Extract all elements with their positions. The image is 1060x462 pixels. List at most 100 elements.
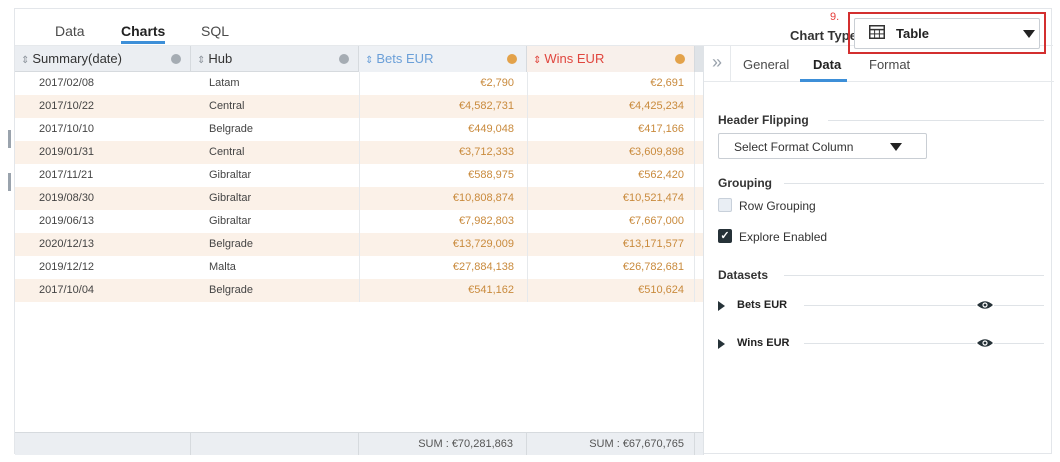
explore-enabled-checkbox[interactable]: ✓ Explore Enabled — [718, 229, 878, 245]
chart-type-dropdown[interactable]: Table — [854, 18, 1040, 49]
table-row[interactable]: 2017/02/08 Latam €2,790 €2,691 — [15, 72, 703, 95]
table-row[interactable]: 2019/06/13 Gibraltar €7,982,803 €7,667,0… — [15, 210, 703, 233]
table-row[interactable]: 2020/12/13 Belgrade €13,729,009 €13,171,… — [15, 233, 703, 256]
step-number: 9. — [830, 11, 840, 23]
cell-wins: €510,624 — [527, 279, 695, 302]
footer-sum-bets: SUM : €70,281,863 — [359, 433, 527, 455]
sort-icon: ⇕ — [533, 55, 542, 66]
table-row[interactable]: 2019/12/12 Malta €27,884,138 €26,782,681 — [15, 256, 703, 279]
tab-format[interactable]: Format — [869, 57, 910, 72]
cell-bets: €541,162 — [359, 279, 527, 302]
column-menu-icon[interactable] — [339, 54, 349, 64]
cell-hub: Central — [209, 146, 245, 158]
cell-hub: Gibraltar — [209, 215, 252, 227]
chevron-down-icon — [890, 143, 902, 151]
dataset-label: Bets EUR — [737, 299, 788, 311]
cell-hub: Gibraltar — [209, 169, 252, 181]
footer-sum-wins: SUM : €67,670,765 — [527, 433, 695, 455]
table-footer-row: SUM : €70,281,863 SUM : €67,670,765 — [15, 432, 703, 455]
active-tab-indicator — [800, 79, 847, 82]
sort-icon: ⇕ — [365, 55, 374, 66]
cell-hub: Belgrade — [209, 284, 254, 296]
cell-hub: Central — [209, 100, 245, 112]
table-row[interactable]: 2017/10/22 Central €4,582,731 €4,425,234 — [15, 95, 703, 118]
settings-panel: » General Data Format Header Flipping Se… — [703, 46, 1054, 455]
column-header-summary-date[interactable]: ⇕ Summary(date) — [15, 46, 191, 72]
column-menu-icon[interactable] — [675, 54, 685, 64]
caret-right-icon[interactable] — [718, 301, 725, 311]
tab-sql[interactable]: SQL — [201, 23, 229, 39]
sort-icon: ⇕ — [197, 55, 206, 66]
data-table: ⇕ Summary(date) ⇕ Hub ⇕ Bets EUR ⇕ Wins EUR … — [15, 46, 703, 455]
cell-bets: €13,729,009 — [359, 233, 527, 256]
section-title-header-flipping: Header Flipping — [718, 113, 809, 127]
column-menu-icon[interactable] — [171, 54, 181, 64]
checkmark-icon[interactable]: ✓ — [718, 229, 732, 243]
cell-wins: €562,420 — [527, 164, 695, 187]
left-edge-marker — [8, 130, 11, 148]
column-header-hub[interactable]: ⇕ Hub — [191, 46, 359, 72]
cell-wins: €10,521,474 — [527, 187, 695, 210]
column-header-wins-eur[interactable]: ⇕ Wins EUR — [527, 46, 695, 72]
divider — [804, 305, 1044, 306]
column-header-label: Bets EUR — [376, 51, 434, 66]
format-column-dropdown[interactable]: Select Format Column — [718, 133, 927, 159]
format-column-label: Select Format Column — [734, 140, 854, 154]
left-edge-marker — [8, 173, 11, 191]
scrollbar[interactable] — [695, 46, 703, 72]
eye-icon[interactable] — [976, 337, 994, 349]
cell-hub: Malta — [209, 261, 236, 273]
panel-tab-bar: » General Data Format — [704, 46, 1054, 82]
cell-date: 2019/06/13 — [39, 215, 95, 227]
cell-date: 2017/10/04 — [39, 284, 95, 296]
footer-cell-empty — [191, 433, 359, 455]
column-header-bets-eur[interactable]: ⇕ Bets EUR — [359, 46, 527, 72]
column-header-label: Summary(date) — [32, 51, 122, 66]
cell-wins: €2,691 — [527, 72, 695, 95]
cell-hub: Latam — [209, 77, 240, 89]
cell-date: 2017/02/08 — [39, 77, 95, 89]
row-grouping-checkbox[interactable]: Row Grouping — [718, 198, 878, 214]
table-row[interactable]: 2019/01/31 Central €3,712,333 €3,609,898 — [15, 141, 703, 164]
chart-editor: Data Charts SQL 9. Chart Type: Table ⇕ Su… — [14, 8, 1054, 455]
dataset-wins-eur[interactable]: Wins EUR — [718, 336, 1044, 352]
tab-data[interactable]: Data — [55, 23, 85, 39]
cell-hub: Gibraltar — [209, 192, 252, 204]
dataset-label: Wins EUR — [737, 337, 790, 349]
checkbox-unchecked[interactable] — [718, 198, 732, 212]
caret-right-icon[interactable] — [718, 339, 725, 349]
table-row[interactable]: 2017/10/04 Belgrade €541,162 €510,624 — [15, 279, 703, 302]
cell-date: 2019/01/31 — [39, 146, 95, 158]
active-tab-indicator — [121, 41, 165, 44]
chart-type-value: Table — [896, 26, 929, 41]
cell-date: 2019/12/12 — [39, 261, 95, 273]
column-header-label: Hub — [208, 51, 233, 66]
cell-date: 2017/11/21 — [39, 169, 94, 181]
cell-bets: €10,808,874 — [359, 187, 527, 210]
cell-bets: €4,582,731 — [359, 95, 527, 118]
cell-wins: €417,166 — [527, 118, 695, 141]
section-title-grouping: Grouping — [718, 176, 772, 190]
footer-cell-empty — [15, 433, 191, 455]
cell-date: 2019/08/30 — [39, 192, 95, 204]
column-header-label: Wins EUR — [544, 51, 605, 66]
cell-bets: €27,884,138 — [359, 256, 527, 279]
tab-charts[interactable]: Charts — [121, 23, 165, 39]
cell-bets: €588,975 — [359, 164, 527, 187]
top-tab-bar: Data Charts SQL 9. Chart Type: Table — [15, 9, 1053, 54]
tab-general[interactable]: General — [743, 57, 789, 72]
table-row[interactable]: 2017/10/10 Belgrade €449,048 €417,166 — [15, 118, 703, 141]
table-row[interactable]: 2017/11/21 Gibraltar €588,975 €562,420 — [15, 164, 703, 187]
divider — [784, 183, 1044, 184]
cell-wins: €26,782,681 — [527, 256, 695, 279]
table-row[interactable]: 2019/08/30 Gibraltar €10,808,874 €10,521… — [15, 187, 703, 210]
tab-panel-data[interactable]: Data — [813, 57, 841, 72]
cell-wins: €3,609,898 — [527, 141, 695, 164]
cell-hub: Belgrade — [209, 123, 254, 135]
dataset-bets-eur[interactable]: Bets EUR — [718, 298, 1044, 314]
column-menu-icon[interactable] — [507, 54, 517, 64]
double-chevron-right-icon[interactable]: » — [704, 46, 731, 82]
divider — [828, 120, 1044, 121]
eye-icon[interactable] — [976, 299, 994, 311]
cell-wins: €4,425,234 — [527, 95, 695, 118]
